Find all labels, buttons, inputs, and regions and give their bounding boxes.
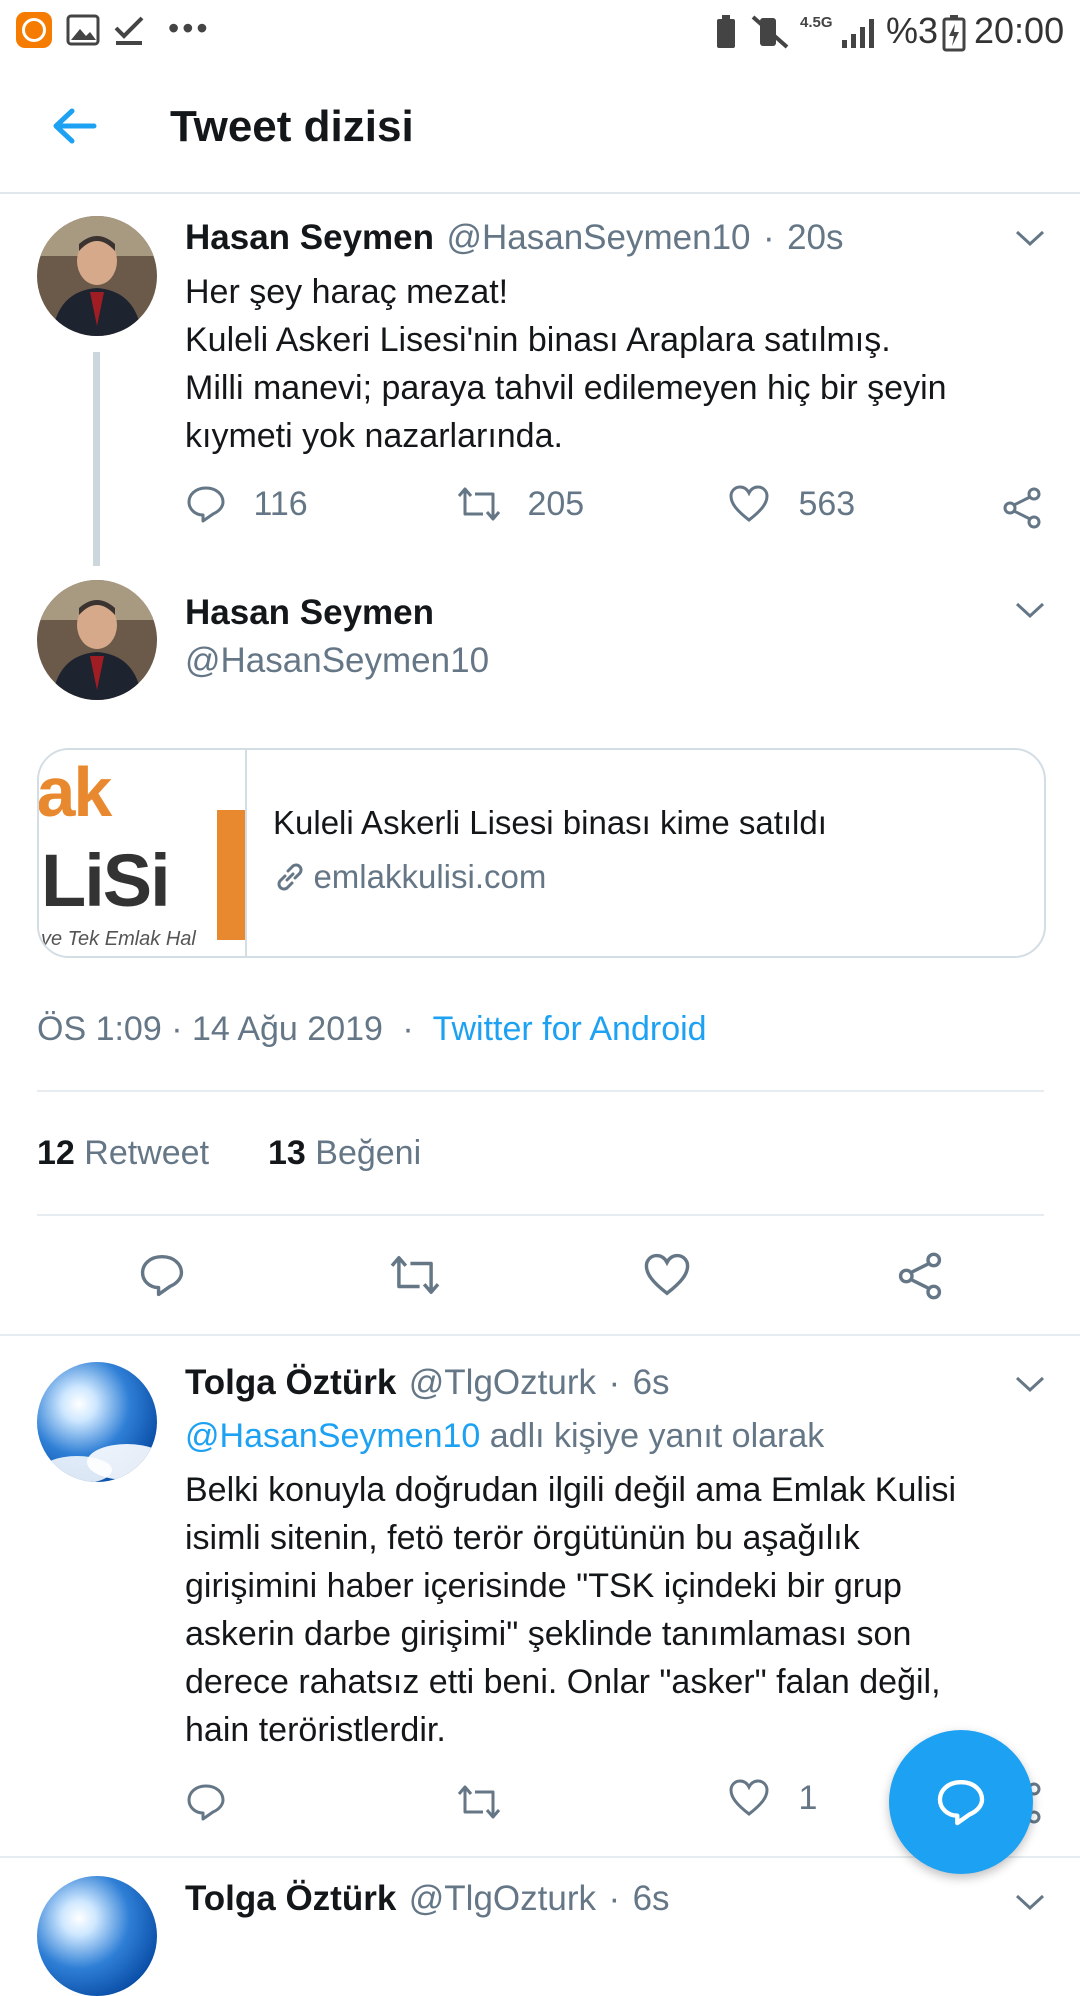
tweet-text-line: girişimini haber içerisinde "TSK içindek…: [185, 1567, 902, 1605]
tweet-header: Hasan Seymen @HasanSeymen10 · 20s: [185, 218, 844, 258]
tweet-time: 20s: [787, 218, 844, 257]
like-count: 1: [798, 1778, 818, 1817]
reply-icon[interactable]: [185, 1782, 227, 1822]
replying-to: @HasanSeymen10 adlı kişiye yanıt olarak: [185, 1417, 824, 1456]
chevron-down-icon[interactable]: [1014, 600, 1046, 620]
network-type: 4.5G: [800, 14, 833, 31]
heart-icon: [729, 485, 769, 522]
avatar[interactable]: [37, 580, 157, 700]
tweet-text-line: Her şey haraç mezat!: [185, 273, 509, 311]
like-button[interactable]: 1: [728, 1778, 817, 1826]
battery-percent: %3: [886, 10, 939, 51]
page-title: Tweet dizisi: [170, 102, 414, 151]
thumb-logo-text: ve Tek Emlak Hal: [41, 928, 196, 950]
retweet-label: Retweet: [84, 1134, 210, 1172]
separator: ·: [402, 1010, 414, 1048]
heart-icon[interactable]: [643, 1252, 691, 1298]
thread-line: [93, 352, 100, 566]
reply-icon[interactable]: [138, 1252, 186, 1298]
author-handle[interactable]: @HasanSeymen10: [446, 218, 750, 257]
author-name[interactable]: Tolga Öztürk: [185, 1879, 396, 1918]
compose-reply-button[interactable]: [889, 1730, 1033, 1874]
mute-vibrate-icon: [751, 15, 789, 49]
checkmark-icon: [114, 16, 144, 45]
tweet-text-line: Kuleli Askeri Lisesi'nin binası Araplara…: [185, 321, 891, 359]
card-title: Kuleli Askerli Lisesi binası kime satıld…: [273, 804, 827, 841]
heart-icon: [729, 1779, 769, 1816]
retweet-icon: [457, 487, 501, 521]
like-total: 13: [268, 1134, 306, 1172]
separator: ·: [608, 1363, 621, 1402]
battery-icon: [942, 15, 966, 52]
thumb-logo-text: LiSi: [41, 839, 171, 922]
tweet-time: 6s: [632, 1363, 670, 1402]
tweet-meta: ÖS 1:09 · 14 Ağu 2019 · Twitter for Andr…: [37, 1010, 707, 1049]
tweet-text-line: Belki konuyla doğrudan ilgili değil ama …: [185, 1471, 957, 1509]
timestamp: ÖS 1:09 · 14 Ağu 2019: [37, 1010, 383, 1048]
share-icon[interactable]: [1002, 487, 1042, 529]
likes-stat[interactable]: 13 Beğeni: [268, 1134, 421, 1173]
battery-saver-icon: [717, 15, 735, 48]
share-icon[interactable]: [897, 1252, 943, 1300]
retweet-icon[interactable]: [455, 1782, 503, 1822]
tweet-text-line: Milli manevi; paraya tahvil edilemeyen h…: [185, 369, 947, 407]
tweet-text: Her şey haraç mezat! Kuleli Askeri Lises…: [185, 268, 1045, 460]
avatar[interactable]: [37, 1362, 157, 1482]
reply-to-handle[interactable]: @HasanSeymen10: [185, 1417, 480, 1455]
reply-count: 116: [253, 484, 308, 523]
retweet-icon[interactable]: [387, 1252, 443, 1298]
tweet-text-line: isimli sitenin, fetö terör örgütünün bu …: [185, 1519, 860, 1557]
thumb-logo-text: lak: [39, 753, 112, 831]
like-label: Beğeni: [315, 1134, 422, 1172]
retweets-stat[interactable]: 12 Retweet: [37, 1134, 209, 1173]
mi-app-icon: [16, 12, 52, 48]
tweet-source-link[interactable]: Twitter for Android: [433, 1010, 707, 1048]
card-thumbnail: lak LiSi ve Tek Emlak Hal: [39, 750, 247, 956]
divider: [37, 1214, 1044, 1216]
reply-compose-icon: [937, 1780, 985, 1826]
reply-icon: [187, 486, 225, 523]
reply-button[interactable]: 116: [185, 484, 308, 532]
retweet-total: 12: [37, 1134, 75, 1172]
separator: ·: [608, 1879, 621, 1918]
author-handle[interactable]: @TlgOzturk: [409, 1363, 596, 1402]
retweet-count: 205: [527, 484, 585, 523]
reply-to-label: adlı kişiye yanıt olarak: [489, 1417, 825, 1455]
separator: ·: [762, 218, 775, 257]
link-card[interactable]: lak LiSi ve Tek Emlak Hal Kuleli Askerli…: [37, 748, 1046, 958]
tweet-text-line: kıymeti yok nazarlarında.: [185, 417, 563, 455]
chevron-down-icon[interactable]: [1014, 228, 1046, 248]
avatar[interactable]: [37, 1876, 157, 1996]
clock: 20:00: [974, 10, 1065, 51]
divider: [37, 1090, 1044, 1092]
gallery-icon: [66, 14, 100, 46]
retweet-button[interactable]: 205: [455, 484, 584, 532]
app-bar: Tweet dizisi: [0, 62, 1080, 194]
status-bar: ••• 4.5G %3 20:00: [0, 0, 1080, 62]
tweet-header: Tolga Öztürk @TlgOzturk · 6s: [185, 1363, 670, 1403]
card-domain-row: emlakkulisi.com: [273, 858, 546, 896]
back-arrow-icon[interactable]: [50, 106, 98, 146]
link-icon: [277, 863, 303, 891]
author-name[interactable]: Hasan Seymen: [185, 218, 434, 257]
like-button[interactable]: 563: [728, 484, 855, 532]
card-domain: emlakkulisi.com: [313, 858, 547, 895]
signal-icon: [842, 19, 874, 48]
tweet-time: 6s: [632, 1879, 670, 1918]
tweet-text-line: derece rahatsız etti beni. Onlar "asker"…: [185, 1663, 941, 1701]
author-handle[interactable]: @TlgOzturk: [409, 1879, 596, 1918]
tweet-text-line: askerin darbe girişimi" şeklinde tanımla…: [185, 1615, 912, 1653]
avatar[interactable]: [37, 216, 157, 336]
tweet-header: Tolga Öztürk @TlgOzturk · 6s: [185, 1879, 670, 1919]
chevron-down-icon[interactable]: [1014, 1892, 1046, 1912]
chevron-down-icon[interactable]: [1014, 1374, 1046, 1394]
tweet-text: Belki konuyla doğrudan ilgili değil ama …: [185, 1466, 1055, 1754]
like-count: 563: [798, 484, 856, 523]
divider: [0, 1334, 1080, 1336]
author-name[interactable]: Tolga Öztürk: [185, 1363, 396, 1402]
more-notifications-icon: •••: [168, 10, 211, 46]
author-handle[interactable]: @HasanSeymen10: [185, 641, 489, 681]
author-name[interactable]: Hasan Seymen: [185, 593, 434, 633]
